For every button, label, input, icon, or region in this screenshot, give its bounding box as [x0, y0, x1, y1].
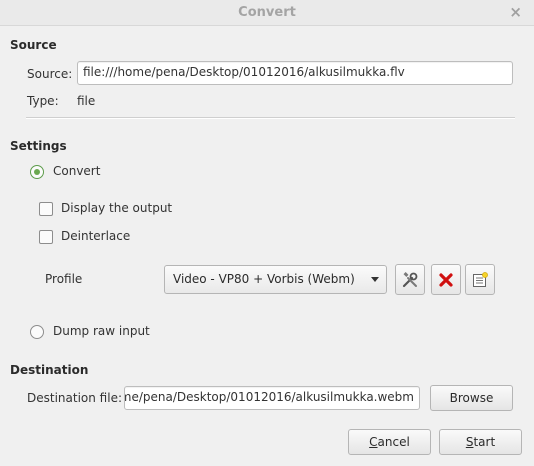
cancel-mnemonic: C	[369, 435, 378, 449]
settings-section-title: Settings	[10, 139, 67, 153]
source-section-title: Source	[10, 38, 57, 52]
convert-label[interactable]: Convert	[53, 164, 100, 178]
profile-select[interactable]: Video - VP80 + Vorbis (Webm)	[164, 265, 387, 294]
title-bar: Convert ×	[0, 0, 534, 26]
profile-label: Profile	[45, 272, 83, 286]
display-output-label[interactable]: Display the output	[61, 201, 172, 215]
type-label: Type:	[27, 94, 59, 108]
convert-radio[interactable]	[30, 165, 44, 179]
wrench-screwdriver-icon	[402, 271, 418, 287]
red-x-icon	[439, 272, 453, 287]
new-profile-icon	[473, 271, 488, 287]
source-separator	[26, 117, 515, 119]
delete-profile-button[interactable]	[431, 264, 461, 295]
display-output-checkbox[interactable]	[39, 202, 53, 216]
profile-selected-value: Video - VP80 + Vorbis (Webm)	[173, 272, 355, 286]
chevron-down-icon	[371, 277, 379, 282]
edit-profile-button[interactable]	[395, 264, 425, 295]
radio-selected-dot	[34, 169, 40, 175]
close-icon[interactable]: ×	[509, 3, 522, 21]
destination-file-input[interactable]: home/pena/Desktop/01012016/alkusilmukka.…	[124, 386, 420, 410]
cancel-label-rest: ancel	[377, 435, 410, 449]
window-title: Convert	[238, 5, 296, 20]
cancel-button[interactable]: Cancel	[348, 429, 431, 455]
deinterlace-checkbox[interactable]	[39, 230, 53, 244]
dump-raw-label[interactable]: Dump raw input	[53, 324, 150, 338]
browse-button[interactable]: Browse	[430, 385, 513, 411]
start-button[interactable]: Start	[439, 429, 522, 455]
deinterlace-label[interactable]: Deinterlace	[61, 229, 130, 243]
source-input[interactable]: file:///home/pena/Desktop/01012016/alkus…	[77, 61, 513, 85]
source-label: Source:	[27, 67, 73, 81]
destination-file-value: home/pena/Desktop/01012016/alkusilmukka.…	[124, 390, 414, 404]
destination-section-title: Destination	[10, 363, 89, 377]
start-mnemonic: S	[465, 435, 474, 449]
dump-raw-radio[interactable]	[30, 325, 44, 339]
start-label-rest: tart	[473, 435, 496, 449]
type-value: file	[77, 94, 96, 108]
destination-file-label: Destination file:	[27, 391, 122, 405]
new-profile-button[interactable]	[465, 264, 495, 295]
